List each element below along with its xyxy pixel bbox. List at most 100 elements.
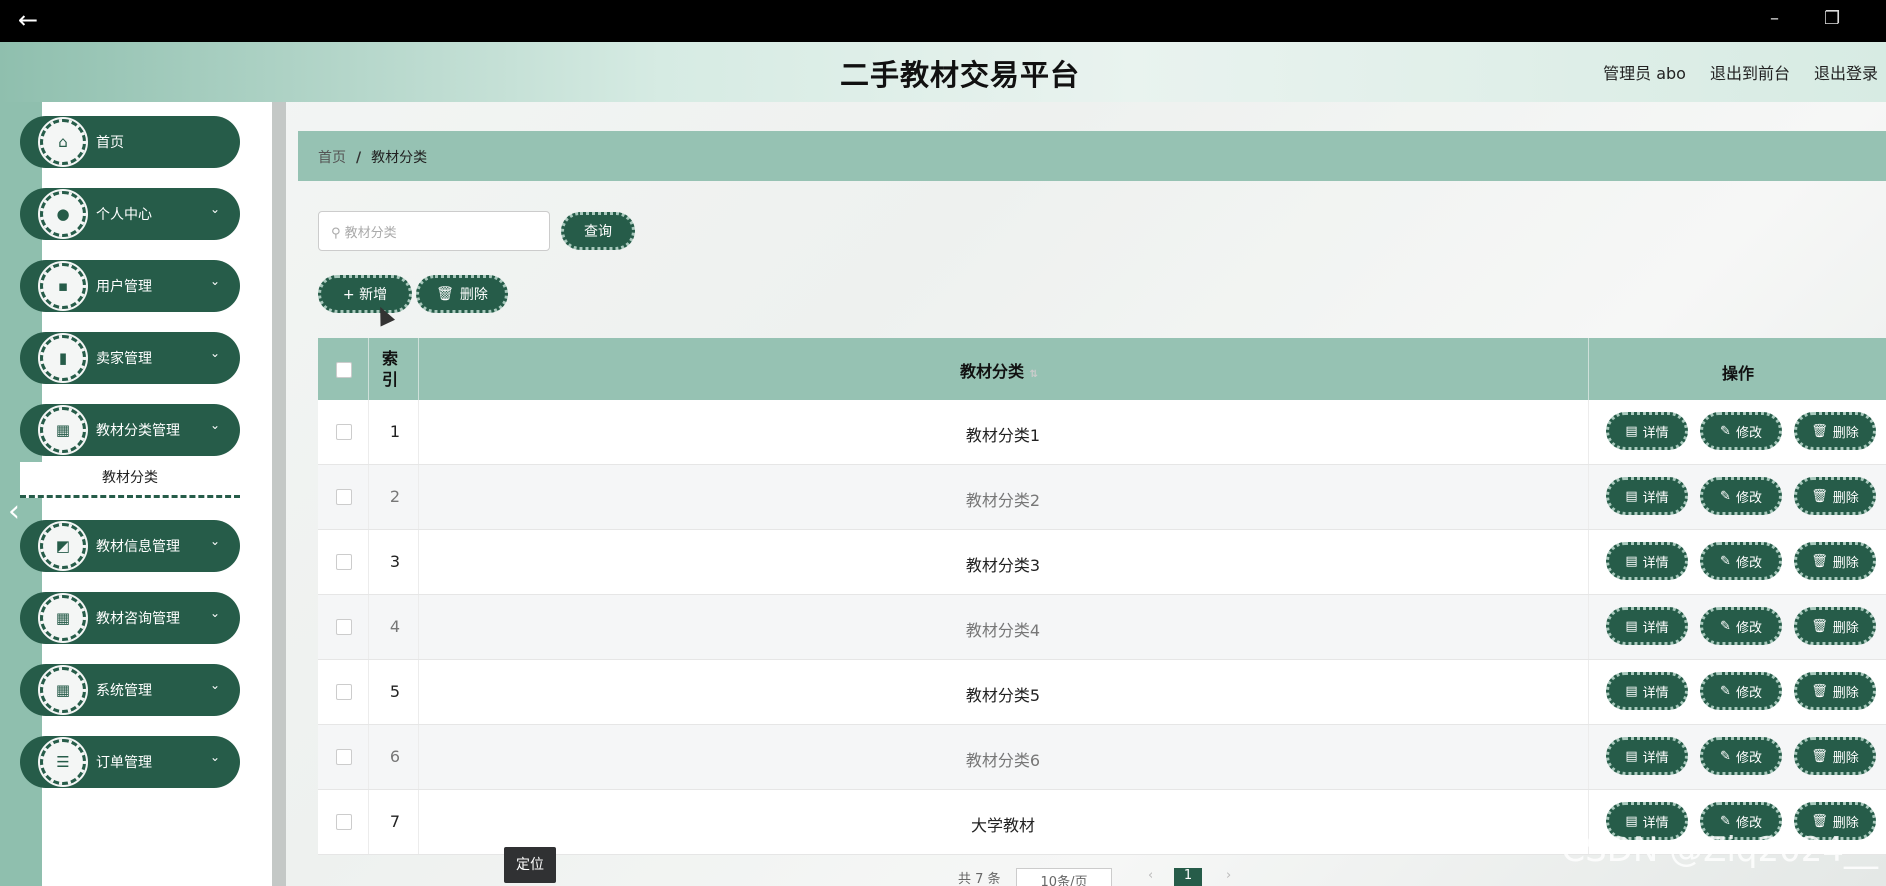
detail-button[interactable]: ▤ 详情 (1606, 412, 1688, 450)
edit-button[interactable]: ✎ 修改 (1700, 412, 1782, 450)
chevron-down-icon: ⌄ (209, 202, 220, 216)
edit-label: 修改 (1735, 620, 1762, 636)
row-checkbox[interactable] (336, 554, 352, 570)
sidebar-item-textbook-info[interactable]: ◩ 教材信息管理 ⌄ (20, 520, 240, 572)
delete-label: 删除 (1832, 620, 1859, 636)
sidebar-item-home[interactable]: ⌂ 首页 (20, 116, 240, 168)
detail-label: 详情 (1642, 685, 1669, 701)
trash-icon: 🗑 (1811, 618, 1828, 634)
edit-button[interactable]: ✎ 修改 (1700, 737, 1782, 775)
sort-icon[interactable]: ⇅ (1030, 369, 1038, 380)
breadcrumb-separator: / (356, 150, 362, 166)
page-number-current[interactable]: 1 (1174, 868, 1202, 886)
row-delete-button[interactable]: 🗑 删除 (1794, 477, 1876, 515)
row-index: 2 (389, 487, 401, 506)
row-checkbox[interactable] (336, 424, 352, 440)
row-checkbox[interactable] (336, 684, 352, 700)
sidebar-item-profile[interactable]: ● 个人中心 ⌄ (20, 188, 240, 240)
row-delete-button[interactable]: 🗑 删除 (1794, 607, 1876, 645)
trash-icon: 🗑 (1811, 423, 1828, 439)
row-category: 教材分类1 (965, 426, 1041, 445)
minimize-icon[interactable]: – (1770, 8, 1779, 29)
sidebar-item-label: 系统管理 (96, 683, 152, 699)
sidebar-item-label: 首页 (96, 135, 124, 151)
restore-icon[interactable]: ❐ (1824, 8, 1840, 29)
row-checkbox[interactable] (336, 489, 352, 505)
row-index: 7 (389, 812, 401, 831)
detail-label: 详情 (1642, 425, 1669, 441)
edit-button[interactable]: ✎ 修改 (1700, 477, 1782, 515)
chart-icon: ◩ (38, 521, 88, 571)
search-placeholder: 教材分类 (344, 226, 397, 241)
category-header[interactable]: 教材分类 ⇅ (960, 358, 1038, 382)
chevron-left-icon[interactable]: ‹ (8, 494, 20, 529)
detail-label: 详情 (1642, 490, 1669, 506)
detail-button[interactable]: ▤ 详情 (1606, 542, 1688, 580)
grid-icon: ▦ (38, 665, 88, 715)
sidebar-item-consult[interactable]: ▦ 教材咨询管理 ⌄ (20, 592, 240, 644)
delete-label: 删除 (1832, 555, 1859, 571)
sidebar-subitem-category[interactable]: 教材分类 (20, 462, 240, 498)
edit-button[interactable]: ✎ 修改 (1700, 672, 1782, 710)
edit-button[interactable]: ✎ 修改 (1700, 607, 1782, 645)
doc-icon: ▤ (1625, 748, 1638, 764)
detail-label: 详情 (1642, 555, 1669, 571)
row-checkbox[interactable] (336, 749, 352, 765)
sidebar-item-label: 用户管理 (96, 279, 152, 295)
search-icon: ⚲ (331, 226, 341, 241)
edit-button[interactable]: ✎ 修改 (1700, 542, 1782, 580)
breadcrumb-home[interactable]: 首页 (318, 150, 346, 166)
logout-link[interactable]: 退出登录 (1814, 60, 1878, 84)
sidebar-item-label: 教材信息管理 (96, 539, 180, 555)
category-header-label: 教材分类 (960, 362, 1025, 381)
pencil-icon: ✎ (1720, 683, 1731, 699)
trash-icon: 🗑 (1811, 813, 1828, 829)
select-all-checkbox[interactable] (336, 362, 352, 378)
page-size-select[interactable]: 10条/页 (1016, 868, 1112, 886)
delete-label: 删除 (1832, 815, 1859, 831)
search-input[interactable]: ⚲ 教材分类 (318, 211, 550, 251)
detail-button[interactable]: ▤ 详情 (1606, 607, 1688, 645)
detail-button[interactable]: ▤ 详情 (1606, 672, 1688, 710)
detail-button[interactable]: ▤ 详情 (1606, 477, 1688, 515)
next-page-icon[interactable]: › (1226, 868, 1231, 883)
pencil-icon: ✎ (1720, 488, 1731, 504)
row-category: 大学教材 (970, 816, 1035, 835)
add-button[interactable]: + 新增 (318, 275, 412, 313)
doc-icon: ▤ (1625, 553, 1638, 569)
row-delete-button[interactable]: 🗑 删除 (1794, 542, 1876, 580)
row-category: 教材分类4 (965, 621, 1041, 640)
sidebar-divider[interactable] (272, 102, 286, 886)
breadcrumb: 首页 / 教材分类 (298, 131, 1886, 181)
app-header: 二手教材交易平台 管理员 abo 退出到前台 退出登录 (0, 42, 1886, 102)
arrow-left-icon[interactable]: ← (18, 6, 38, 34)
doc-icon: ▤ (1625, 683, 1638, 699)
trash-icon: 🗑 (1811, 553, 1828, 569)
sidebar-item-label: 个人中心 (96, 207, 152, 223)
sidebar-item-sellers[interactable]: ▮ 卖家管理 ⌄ (20, 332, 240, 384)
sidebar-item-category-mgmt[interactable]: ▦ 教材分类管理 ⌄ (20, 404, 240, 456)
chevron-down-icon: ⌄ (209, 750, 220, 764)
pencil-icon: ✎ (1720, 748, 1731, 764)
sidebar-item-system[interactable]: ▦ 系统管理 ⌄ (20, 664, 240, 716)
row-category: 教材分类2 (965, 491, 1041, 510)
doc-icon: ▤ (1625, 813, 1638, 829)
doc-icon: ▤ (1625, 423, 1638, 439)
prev-page-icon[interactable]: ‹ (1148, 868, 1153, 883)
sidebar-item-users[interactable]: ▪ 用户管理 ⌄ (20, 260, 240, 312)
row-delete-button[interactable]: 🗑 删除 (1794, 737, 1876, 775)
row-checkbox[interactable] (336, 619, 352, 635)
exit-to-front-link[interactable]: 退出到前台 (1710, 60, 1790, 84)
query-button[interactable]: 查询 (561, 212, 635, 250)
row-delete-button[interactable]: 🗑 删除 (1794, 672, 1876, 710)
sidebar-item-orders[interactable]: ☰ 订单管理 ⌄ (20, 736, 240, 788)
edit-label: 修改 (1735, 685, 1762, 701)
table-row: 3 教材分类3 ▤ 详情 ✎ 修改 🗑 删除 (318, 530, 1886, 595)
row-delete-button[interactable]: 🗑 删除 (1794, 412, 1876, 450)
detail-button[interactable]: ▤ 详情 (1606, 737, 1688, 775)
delete-button[interactable]: 🗑 删除 (416, 275, 508, 313)
row-index: 5 (389, 682, 401, 701)
row-checkbox[interactable] (336, 814, 352, 830)
delete-label: 删除 (1832, 490, 1859, 506)
pencil-icon: ✎ (1720, 423, 1731, 439)
